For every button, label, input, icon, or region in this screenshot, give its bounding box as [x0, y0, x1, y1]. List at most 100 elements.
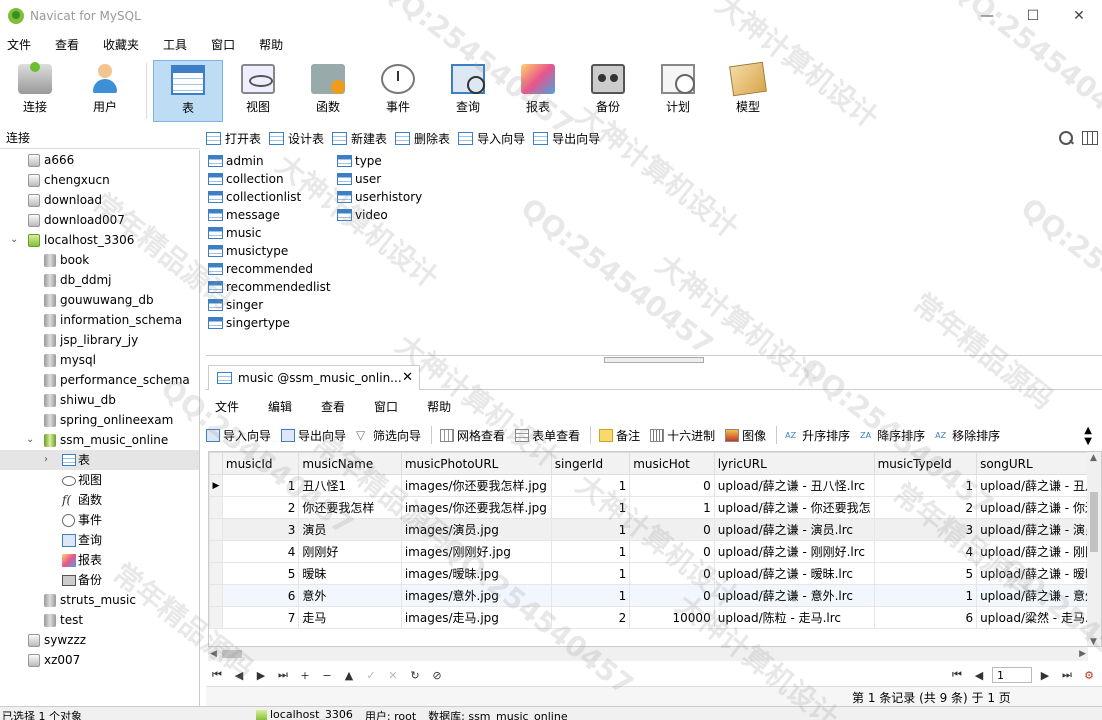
table-cell[interactable]: 6: [221, 584, 300, 607]
tab-music-table[interactable]: music @ssm_music_onlin... ✕: [208, 365, 420, 390]
table-cell[interactable]: upload/薛之谦 - 丑八怪.lrc: [713, 474, 875, 497]
toolbar-backup-button[interactable]: 备份: [573, 60, 643, 122]
table-cell[interactable]: 7: [221, 606, 300, 629]
tree-item[interactable]: book: [0, 250, 199, 270]
tree-item[interactable]: f(函数: [0, 490, 199, 510]
row-indicator[interactable]: [209, 518, 223, 541]
table-list-item[interactable]: user: [337, 170, 422, 188]
tree-item[interactable]: 查询: [0, 530, 199, 550]
tree-item[interactable]: a666: [0, 150, 199, 170]
table-cell[interactable]: upload/陈粒 - 走马.lrc: [713, 606, 875, 629]
table-cell[interactable]: 3: [873, 518, 978, 541]
current-row-indicator-icon[interactable]: ▶: [209, 474, 223, 497]
table-cell[interactable]: 1: [221, 474, 300, 497]
table-list-item[interactable]: music: [208, 224, 331, 242]
table-cell[interactable]: upload/薛之谦 - 丑八: [976, 474, 1101, 497]
column-header[interactable]: lyricURL: [713, 452, 875, 475]
close-tab-icon[interactable]: ✕: [402, 370, 413, 385]
table-cell[interactable]: upload/薛之谦 - 演员: [976, 518, 1101, 541]
menu-view[interactable]: 查看: [48, 36, 86, 53]
scrollbar-thumb[interactable]: [1090, 492, 1098, 552]
column-header[interactable]: musicName: [298, 452, 402, 475]
next-page-icon[interactable]: ▶: [1034, 669, 1056, 682]
tree-item[interactable]: jsp_library_jy: [0, 330, 199, 350]
chevron-down-icon[interactable]: ⌄: [10, 235, 20, 245]
table-cell[interactable]: 1: [550, 496, 631, 519]
toolbar-function-button[interactable]: 函数: [293, 60, 363, 122]
tree-item[interactable]: 报表: [0, 550, 199, 570]
table-cell[interactable]: 走马: [298, 606, 402, 629]
table-list-item[interactable]: userhistory: [337, 188, 422, 206]
table-row[interactable]: ▶ 1 丑八怪1 images/你还要我怎样.jpg 1 0 upload/薛之谦 - 丑八…: [209, 474, 1101, 497]
scroll-down-icon[interactable]: ▼: [1090, 637, 1097, 646]
minimize-button[interactable]: —: [964, 0, 1010, 32]
table-cell[interactable]: upload/薛之谦 - 刚刚: [976, 540, 1101, 563]
design-table-button[interactable]: 设计表: [269, 130, 324, 147]
tree-item[interactable]: download007: [0, 210, 199, 230]
tree-item[interactable]: struts_music: [0, 590, 199, 610]
table-list-item[interactable]: admin: [208, 152, 331, 170]
discard-changes-icon[interactable]: ✕: [382, 669, 404, 682]
sort-ascending-button[interactable]: AZ 升序排序: [785, 427, 850, 444]
open-table-button[interactable]: 打开表: [206, 130, 261, 147]
tree-item[interactable]: sywzzz: [0, 630, 199, 650]
tree-item[interactable]: 备份: [0, 570, 199, 590]
table-cell[interactable]: 刚刚好: [298, 540, 402, 563]
tree-item[interactable]: 事件: [0, 510, 199, 530]
menu-favorites[interactable]: 收藏夹: [96, 36, 146, 53]
table-cell[interactable]: upload/薛之谦 - 刚刚好.lrc: [713, 540, 875, 563]
edit-record-icon[interactable]: ▲: [338, 669, 360, 682]
table-cell[interactable]: upload/薛之谦 - 暧昧.lrc: [713, 562, 875, 585]
table-cell[interactable]: upload/薛之谦 - 意外.lrc: [713, 584, 875, 607]
table-cell[interactable]: 4: [221, 540, 300, 563]
chevron-down-icon[interactable]: ⌄: [26, 435, 36, 445]
first-page-icon[interactable]: ⏮: [946, 668, 968, 682]
table-cell[interactable]: 2: [873, 496, 978, 519]
table-cell[interactable]: upload/薛之谦 - 你还要我怎: [713, 496, 875, 519]
scroll-left-icon[interactable]: ◀: [210, 649, 217, 659]
image-button[interactable]: 图像: [725, 427, 766, 444]
table-cell[interactable]: 0: [629, 562, 715, 585]
memo-button[interactable]: 备注: [599, 427, 640, 444]
inner-menu-edit[interactable]: 编辑: [259, 398, 301, 415]
table-cell[interactable]: 演员: [298, 518, 402, 541]
row-indicator[interactable]: [209, 540, 223, 563]
toolbar-connection-button[interactable]: 连接: [0, 60, 70, 122]
filter-wizard-button[interactable]: ▽ 筛选向导: [356, 427, 421, 444]
last-page-icon[interactable]: ⏭: [1056, 668, 1078, 682]
row-indicator[interactable]: [209, 496, 223, 519]
table-row[interactable]: 2 你还要我怎样 images/你还要我怎样.jpg 1 1 upload/薛之谦 - 你…: [209, 496, 1101, 519]
sort-descending-button[interactable]: ZA 降序排序: [860, 427, 925, 444]
table-list-item[interactable]: recommended: [208, 260, 331, 278]
row-indicator[interactable]: [209, 606, 223, 629]
table-row[interactable]: 6 意外 images/意外.jpg 1 0 upload/薛之谦 - 意外.lrc 1 up…: [209, 584, 1101, 607]
menu-window[interactable]: 窗口: [204, 36, 242, 53]
table-cell[interactable]: images/走马.jpg: [400, 606, 552, 629]
table-list-item[interactable]: video: [337, 206, 422, 224]
table-cell[interactable]: 10000: [629, 606, 715, 629]
maximize-button[interactable]: ☐: [1010, 0, 1056, 32]
table-cell[interactable]: 3: [221, 518, 300, 541]
table-cell[interactable]: 0: [629, 518, 715, 541]
remove-sort-button[interactable]: AZ 移除排序: [935, 427, 1000, 444]
table-cell[interactable]: images/暧昧.jpg: [400, 562, 552, 585]
toolbar-overflow-chevron-icon[interactable]: ▲ ▼: [1084, 425, 1092, 447]
tree-item[interactable]: information_schema: [0, 310, 199, 330]
table-cell[interactable]: 意外: [298, 584, 402, 607]
table-cell[interactable]: upload/薛之谦 - 意外: [976, 584, 1101, 607]
toolbar-query-button[interactable]: 查询: [433, 60, 503, 122]
table-cell[interactable]: 0: [629, 540, 715, 563]
toolbar-model-button[interactable]: 模型: [713, 60, 783, 122]
table-row[interactable]: 4 刚刚好 images/刚刚好.jpg 1 0 upload/薛之谦 - 刚刚好.lrc…: [209, 540, 1101, 563]
toolbar-user-button[interactable]: 用户: [70, 60, 140, 122]
tree-item[interactable]: db_ddmj: [0, 270, 199, 290]
menu-help[interactable]: 帮助: [252, 36, 290, 53]
table-row[interactable]: 7 走马 images/走马.jpg 2 10000 upload/陈粒 - 走马.lrc…: [209, 606, 1101, 629]
table-list-item[interactable]: singer: [208, 296, 331, 314]
tree-item[interactable]: gouwuwang_db: [0, 290, 199, 310]
export-wizard-button[interactable]: 导出向导: [533, 130, 600, 147]
table-list-item[interactable]: message: [208, 206, 331, 224]
tree-item[interactable]: › 表: [0, 450, 199, 470]
column-header[interactable]: musicHot: [629, 452, 715, 475]
tree-item[interactable]: download: [0, 190, 199, 210]
